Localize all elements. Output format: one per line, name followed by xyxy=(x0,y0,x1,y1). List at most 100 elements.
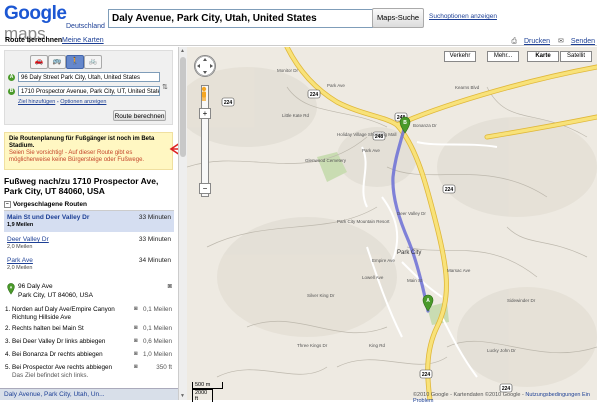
step-text: Bei Prospector Ave rechts abbiegen xyxy=(12,364,112,371)
map-map-button[interactable]: Karte xyxy=(527,51,559,62)
panel-scrollbar[interactable]: ▲ ▼ xyxy=(178,47,187,400)
direction-step[interactable]: 2. Rechts halten bei Main St ◙ 0,1 Meile… xyxy=(4,325,174,334)
step-number: 4. xyxy=(5,351,11,358)
transit-icon[interactable]: 🚌 xyxy=(48,55,66,69)
route-shield-icon: 224 xyxy=(442,184,456,194)
map-canvas[interactable]: 224 224 248 248 224 224 224 Kearns Blvd … xyxy=(187,47,597,400)
car-icon[interactable]: 🚗 xyxy=(30,55,48,69)
warning-text: Seien Sie vorsichtig! - Auf dieser Route… xyxy=(9,150,145,163)
end-input[interactable]: 1710 Prospector Avenue, Park City, UT, U… xyxy=(18,86,160,96)
street-view-icon[interactable]: ◙ xyxy=(168,283,172,290)
google-maps-logo[interactable]: Google maps Deutschland xyxy=(4,3,105,44)
zoom-in-button[interactable]: + xyxy=(199,108,211,119)
step-text: Bei Deer Valley Dr links abbiegen xyxy=(12,338,106,345)
street-view-icon[interactable]: ◙ xyxy=(134,306,138,314)
collapse-icon[interactable]: − xyxy=(4,201,11,208)
bottom-tab[interactable]: Daly Avenue, Park City, Utah, Un... xyxy=(0,388,178,400)
map-scale: 500 m 2000 ft xyxy=(192,382,223,402)
show-options-link[interactable]: Optionen anzeigen xyxy=(60,99,106,105)
zoom-out-button[interactable]: − xyxy=(199,183,211,194)
send-link[interactable]: Senden xyxy=(571,38,595,45)
map-traffic-button[interactable]: Verkehr xyxy=(444,51,476,62)
search-input[interactable]: Daly Avenue, Park City, Utah, United Sta… xyxy=(108,9,373,28)
route-option-distance: 2,0 Meilen xyxy=(7,244,33,250)
links-separator: - xyxy=(56,99,59,105)
add-destination-link[interactable]: Ziel hinzufügen xyxy=(18,99,55,105)
maps-search-button[interactable]: Maps-Suche xyxy=(372,8,424,28)
direction-step[interactable]: 3. Bei Deer Valley Dr links abbiegen ◙ 0… xyxy=(4,338,174,347)
tab-my-maps[interactable]: Meine Karten xyxy=(62,37,104,44)
route-option-name: Main St und Deer Valley Dr xyxy=(7,214,90,221)
map-label: Holiday Village Shopping Mall xyxy=(337,132,396,137)
print-link[interactable]: Drucken xyxy=(524,38,550,45)
map-label: Three Kings Dr xyxy=(297,343,328,348)
step-distance: 350 ft xyxy=(156,364,172,371)
scroll-down-icon[interactable]: ▼ xyxy=(180,393,185,399)
map-copyright: ©2010 Google - Kartendaten ©2010 Google … xyxy=(413,392,597,404)
map-svg: 224 224 248 248 224 224 224 Kearns Blvd … xyxy=(187,47,597,400)
route-form-links: Ziel hinzufügen - Optionen anzeigen xyxy=(18,99,106,105)
map-label: Park Ave xyxy=(327,83,345,88)
street-view-icon[interactable]: ◙ xyxy=(134,338,138,346)
map-label: Sidewinder Dr xyxy=(507,298,536,303)
suggested-routes-header[interactable]: − Vorgeschlagene Routen xyxy=(4,201,174,211)
step-distance: 0,1 Meilen xyxy=(142,325,172,332)
map-label: Kearns Blvd xyxy=(455,85,480,90)
calculate-route-button[interactable]: Route berechnen xyxy=(113,110,166,121)
street-view-icon[interactable]: ◙ xyxy=(134,325,138,333)
scroll-up-icon[interactable]: ▲ xyxy=(180,48,185,54)
scrollbar-thumb[interactable] xyxy=(180,57,186,157)
route-shield-icon: 224 xyxy=(221,97,235,107)
start-input[interactable]: 96 Daly Street Park City, Utah, United S… xyxy=(18,72,160,82)
map-label: Bonanza Dr xyxy=(413,123,437,128)
map-label: Glenwood Cemetery xyxy=(305,158,347,163)
start-marker-icon: A xyxy=(8,74,15,81)
terms-link[interactable]: Nutzungsbedingungen xyxy=(525,392,580,398)
logo-google: Google xyxy=(4,3,67,24)
map-label: Park Ave xyxy=(362,148,380,153)
svg-text:224: 224 xyxy=(224,100,233,106)
step-number: 3. xyxy=(5,338,11,345)
route-option[interactable]: Deer Valley Dr 33 Minuten 2,0 Meilen xyxy=(4,233,174,254)
pan-control-icon[interactable] xyxy=(194,55,216,77)
street-view-icon[interactable]: ◙ xyxy=(134,351,138,359)
svg-text:224: 224 xyxy=(310,92,319,98)
end-marker-icon: B xyxy=(8,88,15,95)
map-label: Marsac Ave xyxy=(447,268,471,273)
pegman-icon[interactable] xyxy=(199,86,209,102)
map-label: Little Kate Rd xyxy=(282,113,310,118)
svg-text:224: 224 xyxy=(422,372,431,378)
route-option-duration: 33 Minuten xyxy=(138,214,171,221)
map-more-button[interactable]: Mehr... xyxy=(487,51,519,62)
walk-icon[interactable]: 🚶 xyxy=(66,55,84,69)
map-label: Park City xyxy=(397,250,421,256)
suggested-routes-label: Vorgeschlagene Routen xyxy=(13,201,87,209)
search-options-link[interactable]: Suchoptionen anzeigen xyxy=(429,13,497,20)
start-pin-icon: A xyxy=(7,283,15,295)
swap-icon[interactable]: ⇅ xyxy=(162,83,168,91)
route-option[interactable]: Park Ave 34 Minuten 2,0 Meilen xyxy=(4,254,174,275)
map-label: Lucky John Dr xyxy=(487,348,516,353)
tab-route[interactable]: Route berechnen xyxy=(5,37,62,44)
map-label: Deer Valley Dr xyxy=(397,211,426,216)
map-label: Monitor Dr xyxy=(277,68,299,73)
street-view-icon[interactable]: ◙ xyxy=(134,364,138,372)
route-option[interactable]: Main St und Deer Valley Dr 33 Minuten 1,… xyxy=(4,211,174,232)
map-satellite-button[interactable]: Satellit xyxy=(560,51,592,62)
map-label: King Rd xyxy=(369,343,386,348)
direction-step[interactable]: 4. Bei Bonanza Dr rechts abbiegen ◙ 1,0 … xyxy=(4,351,174,360)
step-text: Rechts halten bei Main St xyxy=(12,325,84,332)
step-number: 1. xyxy=(5,306,11,313)
direction-step[interactable]: 5. Bei Prospector Ave rechts abbiegen Das… xyxy=(4,364,174,382)
logo-country: Deutschland xyxy=(66,23,105,30)
route-shield-icon: 224 xyxy=(307,89,321,99)
route-option-distance: 2,0 Meilen xyxy=(7,265,33,271)
direction-step[interactable]: 1. Norden auf Daly Ave/Empire Canyon Ric… xyxy=(4,306,174,322)
route-option-name[interactable]: Park Ave xyxy=(7,257,33,264)
step-distance: 0,1 Meilen xyxy=(142,306,172,313)
route-option-name[interactable]: Deer Valley Dr xyxy=(7,236,49,243)
scale-imperial: 2000 ft xyxy=(192,389,213,402)
route-option-distance: 1,9 Meilen xyxy=(7,222,34,228)
start-point: A 96 Daly Ave Park City, UT 84060, USA ◙ xyxy=(4,281,174,303)
bike-icon[interactable]: 🚲 xyxy=(84,55,102,69)
